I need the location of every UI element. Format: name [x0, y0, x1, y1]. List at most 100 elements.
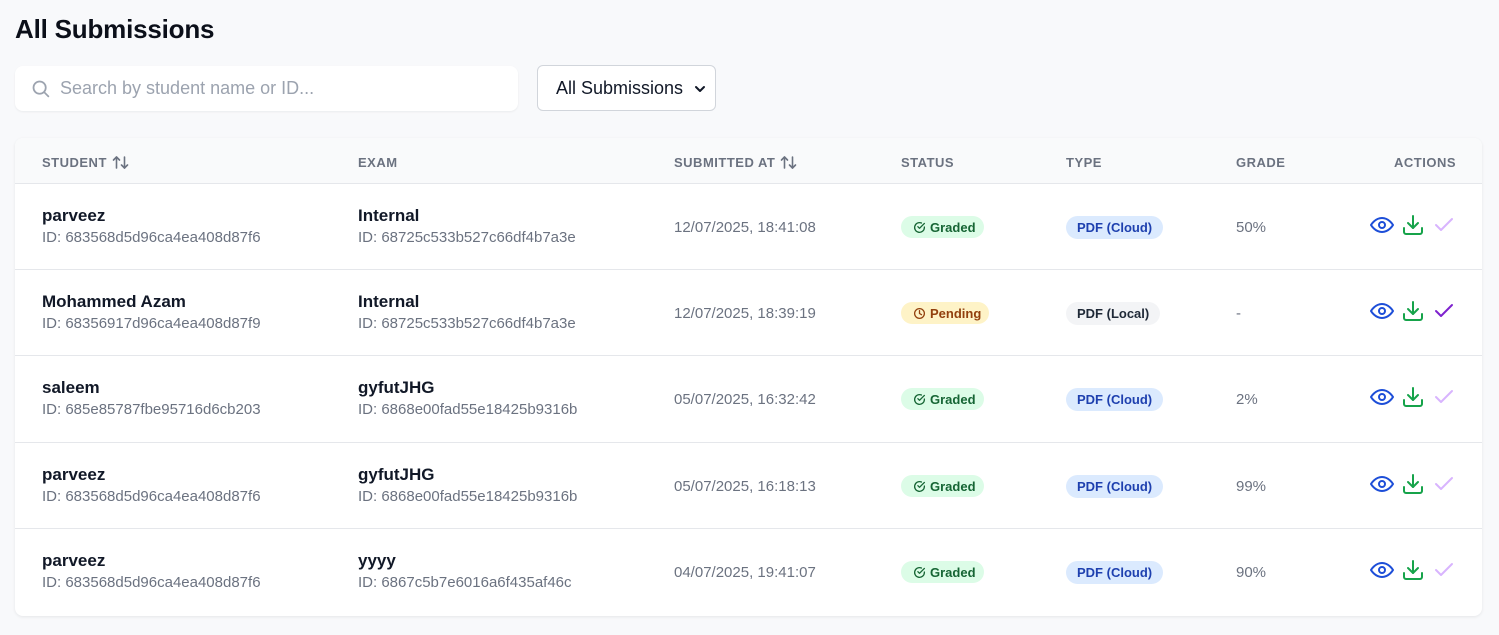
status-badge: Graded [901, 216, 984, 238]
header-submitted-at[interactable]: SUBMITTED AT [674, 155, 797, 170]
check-icon[interactable] [1432, 213, 1456, 237]
table-row: saleem ID: 685e85787fbe95716d6cb203 gyfu… [15, 355, 1482, 441]
table-row: parveez ID: 683568d5d96ca4ea408d87f6 Int… [15, 183, 1482, 269]
header-student[interactable]: STUDENT [42, 155, 129, 170]
exam-id: ID: 68725c533b527c66df4b7a3e [358, 315, 576, 332]
exam-id: ID: 6867c5b7e6016a6f435af46c [358, 574, 572, 591]
search-input[interactable] [60, 66, 500, 111]
exam-name: Internal [358, 206, 420, 225]
student-name: parveez [42, 206, 106, 225]
check-icon[interactable] [1432, 558, 1456, 582]
header-actions-label: ACTIONS [1394, 155, 1456, 170]
exam-cell: gyfutJHG ID: 6868e00fad55e18425b9316b [358, 378, 577, 418]
submissions-table: STUDENT EXAM SUBMITTED AT STATUS TYPE GR… [15, 138, 1482, 616]
type-badge: PDF (Local) [1066, 302, 1161, 325]
status-cell: Graded [901, 216, 984, 239]
status-badge: Graded [901, 561, 984, 583]
student-name: Mohammed Azam [42, 292, 186, 311]
table-header: STUDENT EXAM SUBMITTED AT STATUS TYPE GR… [15, 138, 1482, 183]
student-id: ID: 683568d5d96ca4ea408d87f6 [42, 229, 261, 246]
grade-value: 2% [1236, 391, 1258, 408]
download-icon[interactable] [1401, 472, 1425, 496]
check-icon[interactable] [1432, 385, 1456, 409]
header-type: TYPE [1066, 155, 1102, 170]
header-status-label: STATUS [901, 155, 955, 170]
submitted-at: 05/07/2025, 16:18:13 [674, 478, 816, 495]
status-label: Pending [930, 305, 982, 321]
row-actions [1370, 213, 1463, 237]
type-cell: PDF (Cloud) [1066, 561, 1164, 584]
type-cell: PDF (Cloud) [1066, 388, 1164, 411]
grade-value: 99% [1236, 478, 1267, 495]
download-icon[interactable] [1401, 385, 1425, 409]
student-id: ID: 683568d5d96ca4ea408d87f6 [42, 574, 261, 591]
download-icon[interactable] [1401, 558, 1425, 582]
header-exam: EXAM [358, 155, 398, 170]
header-status: STATUS [901, 155, 954, 170]
check-circle-icon [914, 480, 926, 492]
eye-icon[interactable] [1370, 558, 1394, 582]
status-cell: Graded [901, 388, 984, 411]
exam-id: ID: 6868e00fad55e18425b9316b [358, 488, 578, 505]
check-icon[interactable] [1432, 299, 1456, 323]
grade-value: - [1236, 305, 1241, 322]
header-submitted-at-label: SUBMITTED AT [674, 155, 776, 170]
chevron-down-icon [695, 86, 705, 92]
row-actions [1370, 558, 1463, 582]
student-name: parveez [42, 551, 106, 570]
search-icon [32, 80, 50, 98]
table-row: parveez ID: 683568d5d96ca4ea408d87f6 gyf… [15, 442, 1482, 528]
status-badge: Graded [901, 388, 984, 410]
header-exam-label: EXAM [358, 155, 398, 170]
type-cell: PDF (Cloud) [1066, 475, 1164, 498]
student-name: parveez [42, 465, 106, 484]
status-cell: Graded [901, 475, 984, 498]
row-actions [1370, 299, 1463, 323]
status-badge: Pending [901, 302, 990, 324]
student-cell: saleem ID: 685e85787fbe95716d6cb203 [42, 378, 261, 418]
student-id: ID: 683568d5d96ca4ea408d87f6 [42, 488, 261, 505]
exam-id: ID: 6868e00fad55e18425b9316b [358, 401, 578, 418]
status-badge: Graded [901, 475, 984, 497]
sort-icon [781, 156, 797, 169]
exam-id: ID: 68725c533b527c66df4b7a3e [358, 229, 576, 246]
exam-name: yyyy [358, 551, 396, 570]
search-box[interactable] [15, 66, 518, 111]
status-label: Graded [930, 564, 976, 580]
row-actions [1370, 472, 1463, 496]
exam-cell: gyfutJHG ID: 6868e00fad55e18425b9316b [358, 465, 577, 505]
check-circle-icon [914, 393, 926, 405]
eye-icon[interactable] [1370, 213, 1394, 237]
status-label: Graded [930, 219, 976, 235]
grade-value: 90% [1236, 564, 1267, 581]
eye-icon[interactable] [1370, 299, 1394, 323]
type-badge: PDF (Cloud) [1066, 216, 1164, 239]
student-cell: parveez ID: 683568d5d96ca4ea408d87f6 [42, 465, 261, 505]
page-title: All Submissions [15, 14, 215, 44]
exam-cell: Internal ID: 68725c533b527c66df4b7a3e [358, 292, 576, 332]
status-label: Graded [930, 478, 976, 494]
clock-icon [913, 307, 926, 319]
student-cell: Mohammed Azam ID: 68356917d96ca4ea408d87… [42, 292, 261, 332]
submitted-at: 04/07/2025, 19:41:07 [674, 564, 816, 581]
submitted-at: 12/07/2025, 18:41:08 [674, 219, 816, 236]
eye-icon[interactable] [1370, 472, 1394, 496]
eye-icon[interactable] [1370, 385, 1394, 409]
exam-name: gyfutJHG [358, 465, 435, 484]
header-grade: GRADE [1236, 155, 1285, 170]
submitted-at: 05/07/2025, 16:32:42 [674, 391, 816, 408]
header-type-label: TYPE [1066, 155, 1102, 170]
download-icon[interactable] [1401, 299, 1425, 323]
table-row: parveez ID: 683568d5d96ca4ea408d87f6 yyy… [15, 528, 1482, 614]
row-actions [1370, 385, 1463, 409]
download-icon[interactable] [1401, 213, 1425, 237]
filter-selected-value: All Submissions [556, 77, 684, 98]
status-cell: Graded [901, 561, 984, 584]
exam-name: Internal [358, 292, 420, 311]
grade-value: 50% [1236, 219, 1267, 236]
sort-icon [112, 156, 129, 169]
check-circle-icon [914, 566, 926, 578]
header-student-label: STUDENT [42, 155, 107, 170]
check-icon[interactable] [1432, 472, 1456, 496]
submission-filter-select[interactable]: All Submissions [537, 65, 716, 111]
